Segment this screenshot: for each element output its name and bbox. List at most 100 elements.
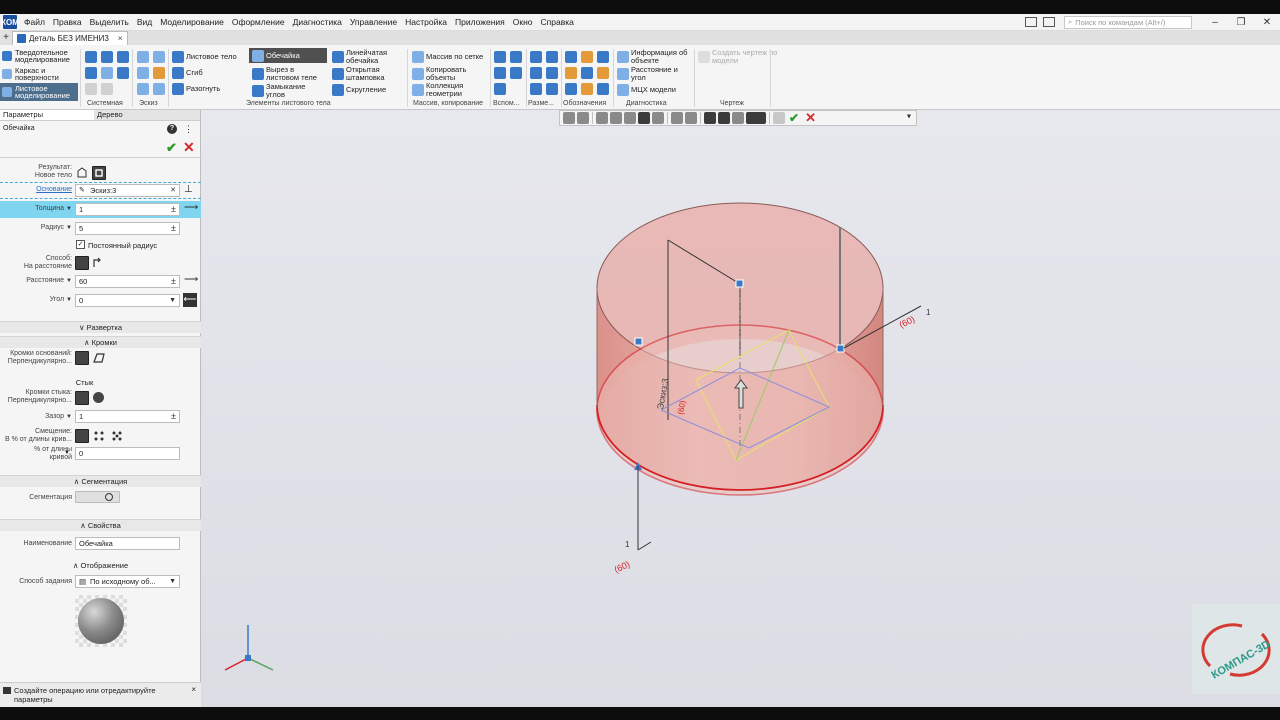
result-add-icon[interactable] [75, 166, 89, 180]
bend-button[interactable]: Сгиб [172, 67, 203, 79]
properties-icon[interactable] [101, 67, 113, 79]
create-drawing-button[interactable]: Создать чертеж по модели [698, 49, 778, 64]
section-edges[interactable]: ∧ Кромки [0, 336, 201, 348]
edit-mark-icon[interactable] [581, 83, 593, 95]
redo-icon[interactable] [101, 83, 113, 95]
aux-plane-icon[interactable] [494, 51, 506, 63]
base-mark-icon[interactable] [581, 51, 593, 63]
section-unfold[interactable]: ∨ Развертка [0, 321, 201, 333]
tab-tree[interactable]: Дерево [94, 110, 188, 120]
menu-help[interactable]: Справка [537, 17, 578, 27]
note-icon[interactable] [597, 83, 609, 95]
segmentation-toggle[interactable] [75, 491, 120, 503]
arc-icon[interactable] [137, 83, 149, 95]
aux-curve-icon[interactable] [494, 83, 506, 95]
cancel-button[interactable]: ✕ [183, 139, 195, 156]
sketch-icon[interactable] [137, 51, 149, 63]
menu-modeling[interactable]: Моделирование [156, 17, 228, 27]
thickness-direction-icon[interactable]: ⟶ [184, 202, 198, 213]
circle-icon[interactable] [153, 83, 165, 95]
dim-bottom-label[interactable]: (60) [613, 559, 632, 575]
close-hint-button[interactable]: × [191, 685, 196, 694]
angle-label[interactable]: Угол ▼ [50, 296, 72, 304]
offset-point-icon[interactable] [110, 429, 124, 443]
percent-field[interactable]: 0 [75, 447, 180, 460]
leader-icon[interactable] [597, 51, 609, 63]
clear-base-icon[interactable]: ✕ [170, 185, 176, 196]
panel-menu-icon[interactable]: ⋮ [184, 124, 193, 135]
aux-point-icon[interactable] [494, 67, 506, 79]
thickness-field[interactable]: 1 ± [75, 203, 180, 216]
mode-solid-modeling[interactable]: Твердотельное моделирование [0, 47, 78, 65]
angle-dropdown-icon[interactable]: ▼ [169, 295, 176, 306]
stamp-button[interactable]: Открытая штамповка [332, 66, 404, 81]
method-to-object-icon[interactable] [92, 256, 106, 270]
radius-plusminus-icon[interactable]: ± [171, 223, 176, 234]
mcx-model-button[interactable]: МЦХ модели [617, 84, 676, 96]
thickness-plusminus-icon[interactable]: ± [171, 204, 176, 215]
spec-method-select[interactable]: ▤ По исходному об... ▼ [75, 575, 180, 588]
save-as-icon[interactable] [117, 67, 129, 79]
distance-field[interactable]: 60 ± [75, 275, 180, 288]
angle-field[interactable]: 0 ▼ [75, 294, 180, 307]
document-tab[interactable]: Деталь БЕЗ ИМЕНИ3 × [12, 31, 128, 45]
right-handle[interactable] [836, 344, 845, 353]
grid-array-button[interactable]: Массив по сетке [412, 51, 483, 63]
method-distance-icon[interactable] [75, 256, 89, 270]
spec-method-dropdown-icon[interactable]: ▼ [169, 576, 176, 587]
menu-select[interactable]: Выделить [86, 17, 133, 27]
rounding-button[interactable]: Скругление [332, 84, 386, 96]
appearance-preview[interactable] [75, 595, 127, 647]
distance-direction-icon[interactable]: ⟶ [184, 274, 198, 285]
apply-button[interactable]: ✔ [166, 140, 177, 156]
section-segmentation[interactable]: ∧ Сегментация [0, 475, 201, 487]
menu-diagnostics[interactable]: Диагностика [289, 17, 346, 27]
base-field[interactable]: ✎ Эскиз:3 ✕ [75, 184, 180, 197]
gap-plusminus-icon[interactable]: ± [171, 411, 176, 422]
object-info-button[interactable]: Информация об объекте [617, 49, 693, 64]
radius-label[interactable]: Радиус ▼ [41, 224, 72, 232]
distance-angle-button[interactable]: Расстояние и угол [617, 66, 693, 81]
display-subhead[interactable]: ∧ Отображение [0, 561, 201, 570]
linear-shell-button[interactable]: Линейчатая обечайка [332, 49, 404, 64]
offset-percent-icon[interactable] [75, 429, 89, 443]
help-icon[interactable]: ? [167, 124, 177, 134]
thickness-label[interactable]: Толщина ▼ [35, 205, 72, 213]
dim-right-label[interactable]: (60) [898, 314, 917, 330]
result-new-body-icon[interactable] [92, 166, 106, 180]
radius-field[interactable]: 5 ± [75, 222, 180, 235]
menu-management[interactable]: Управление [346, 17, 401, 27]
base-label[interactable]: Основание [36, 186, 72, 194]
joint-edges-perpendicular-icon[interactable] [75, 391, 89, 405]
section-properties[interactable]: ∧ Свойства [0, 519, 201, 531]
app-logo-icon[interactable]: КОМ [1, 15, 19, 29]
menu-window[interactable]: Окно [509, 17, 537, 27]
percent-dropdown-icon[interactable]: ▼ [64, 450, 70, 456]
base-edges-alt-icon[interactable] [92, 351, 106, 365]
panels-icon[interactable] [1043, 17, 1055, 27]
diameter-dim-icon[interactable] [546, 67, 558, 79]
tolerance-icon[interactable] [565, 67, 577, 79]
unbend-button[interactable]: Разогнуть [172, 83, 220, 95]
radial-dim-icon[interactable] [530, 67, 542, 79]
angular-dim-icon[interactable] [546, 51, 558, 63]
thread-mark-icon[interactable] [565, 83, 577, 95]
menu-view[interactable]: Вид [133, 17, 156, 27]
joint-edges-alt-icon[interactable] [93, 392, 104, 403]
auto-dim-icon[interactable] [530, 83, 542, 95]
geometry-collection-button[interactable]: Коллекция геометрии [412, 82, 484, 97]
print-icon[interactable] [85, 67, 97, 79]
aux-line-icon[interactable] [510, 67, 522, 79]
name-field[interactable]: Обечайка [75, 537, 180, 550]
cutout-button[interactable]: Вырез в листовом теле [252, 66, 326, 81]
gap-label[interactable]: Зазор ▼ [45, 413, 72, 421]
undo-icon[interactable] [85, 83, 97, 95]
select-base-icon[interactable]: ⊥ [184, 184, 193, 195]
command-search-input[interactable]: ⌕ Поиск по командам (Alt+/) [1064, 15, 1192, 29]
aux-axis-icon[interactable] [510, 51, 522, 63]
zoom-icon[interactable] [153, 51, 165, 63]
close-window-button[interactable]: ✕ [1254, 17, 1280, 28]
rectangle-icon[interactable] [137, 67, 149, 79]
position-mark-icon[interactable] [581, 67, 593, 79]
center-handle[interactable] [735, 279, 744, 288]
